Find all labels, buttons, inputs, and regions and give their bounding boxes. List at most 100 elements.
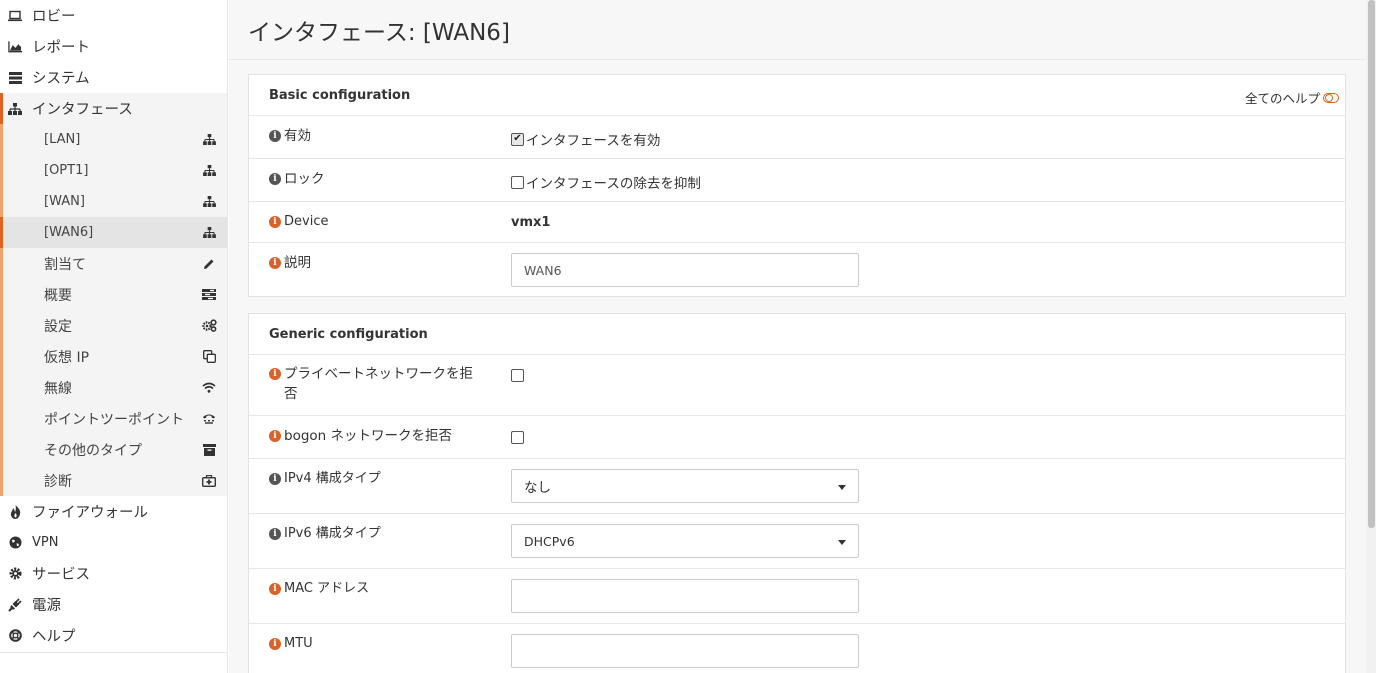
sidebar-item-diagnostics[interactable]: 診断 — [0, 465, 227, 496]
description-row: i 説明 WAN6 — [249, 243, 1345, 297]
mac-address-input[interactable] — [511, 579, 859, 613]
sidebar-item-overview[interactable]: 概要 — [0, 279, 227, 310]
cogs-icon — [201, 319, 217, 333]
sidebar-item-reports[interactable]: レポート — [0, 31, 227, 62]
sidebar-item-lobby[interactable]: ロビー — [0, 0, 227, 31]
sidebar-item-label: インタフェース — [32, 102, 133, 118]
lock-checkbox[interactable] — [511, 175, 524, 189]
sitemap-icon — [201, 195, 217, 209]
sidebar-item-firewall[interactable]: ファイアウォール — [0, 496, 227, 527]
mac-address-field — [511, 579, 859, 613]
block-private-label: プライベートネットワークを拒否 — [284, 366, 473, 402]
sidebar-subitem-label: ポイントツーポイント — [44, 411, 184, 428]
info-icon[interactable]: i — [269, 583, 281, 595]
description-field: WAN6 — [511, 253, 859, 287]
block-private-checkbox[interactable] — [511, 369, 524, 382]
sidebar-item-wan[interactable]: [WAN] — [0, 186, 227, 217]
mac-address-label-wrap: i MAC アドレス — [269, 579, 489, 599]
mtu-input[interactable] — [511, 634, 859, 668]
tasks-icon — [201, 288, 217, 302]
ipv6-type-label: IPv6 構成タイプ — [284, 526, 381, 541]
scrollbar-thumb[interactable] — [1368, 0, 1375, 528]
toggle-off-icon — [1323, 92, 1339, 103]
sidebar-item-help[interactable]: ヘルプ — [0, 620, 227, 651]
sidebar-subitem-label: 仮想 IP — [44, 349, 90, 366]
mtu-row: i MTU — [249, 624, 1345, 673]
sidebar-item-virtual-ip[interactable]: 仮想 IP — [0, 341, 227, 372]
description-input[interactable]: WAN6 — [511, 253, 859, 287]
globe-icon — [8, 536, 22, 550]
ipv6-type-select[interactable]: DHCPv6 — [511, 524, 859, 558]
info-icon[interactable]: i — [269, 473, 281, 485]
ipv4-type-select[interactable]: なし — [511, 469, 859, 503]
enable-checkbox-label[interactable]: ✔ インタフェースを有効 — [511, 129, 660, 149]
sidebar-item-wan6[interactable]: [WAN6] — [0, 217, 227, 248]
sidebar: ロビー レポート システム インタフェース [LAN] [OPT1] [WAN]… — [0, 0, 228, 673]
archive-icon — [201, 443, 217, 457]
clone-icon — [201, 350, 217, 364]
ipv6-type-field: DHCPv6 — [511, 524, 859, 558]
sidebar-item-lan[interactable]: [LAN] — [0, 124, 227, 155]
pencil-icon — [201, 257, 217, 271]
sidebar-item-system[interactable]: システム — [0, 62, 227, 93]
info-icon[interactable]: i — [269, 216, 281, 228]
sidebar-item-wireless[interactable]: 無線 — [0, 372, 227, 403]
sidebar-item-vpn[interactable]: VPN — [0, 527, 227, 558]
sidebar-subitem-label: [LAN] — [44, 132, 81, 147]
sitemap-icon — [8, 102, 22, 116]
block-private-row: i プライベートネットワークを拒否 — [249, 355, 1345, 416]
sidebar-item-opt1[interactable]: [OPT1] — [0, 155, 227, 186]
sidebar-item-settings[interactable]: 設定 — [0, 310, 227, 341]
sidebar-item-services[interactable]: サービス — [0, 558, 227, 589]
cog-icon — [8, 567, 22, 581]
enable-label-wrap: i 有効 — [269, 126, 489, 146]
sidebar-subitem-label: その他のタイプ — [44, 442, 142, 459]
tty-icon — [201, 412, 217, 426]
sidebar-subitem-label: [OPT1] — [44, 163, 89, 178]
mtu-field — [511, 634, 859, 668]
ipv6-type-selected: DHCPv6 — [524, 533, 575, 549]
sidebar-subitem-label: 診断 — [44, 473, 72, 490]
lock-checkbox-label[interactable]: インタフェースの除去を抑制 — [511, 172, 701, 192]
info-icon[interactable]: i — [269, 430, 281, 442]
block-private-label-wrap: i プライベートネットワークを拒否 — [269, 364, 484, 404]
caret-down-icon — [838, 540, 846, 545]
page-header: インタフェース: [WAN6] — [229, 0, 1366, 60]
full-help-toggle[interactable]: 全てのヘルプ — [1245, 88, 1339, 107]
panel-heading: Generic configuration — [269, 326, 428, 342]
sidebar-item-ppp[interactable]: ポイントツーポイント — [0, 403, 227, 434]
block-bogon-checkbox[interactable] — [511, 431, 524, 444]
device-value: vmx1 — [511, 215, 551, 230]
info-icon[interactable]: i — [269, 130, 281, 142]
sidebar-item-label: VPN — [32, 535, 59, 550]
mtu-label-wrap: i MTU — [269, 634, 489, 654]
fire-icon — [8, 504, 22, 519]
info-icon[interactable]: i — [269, 257, 281, 269]
sidebar-divider — [0, 652, 228, 653]
enable-row: i 有効 ✔ インタフェースを有効 — [249, 116, 1345, 159]
enable-checkbox[interactable]: ✔ — [511, 132, 524, 146]
sidebar-item-power[interactable]: 電源 — [0, 589, 227, 620]
sidebar-item-assignments[interactable]: 割当て — [0, 248, 227, 279]
info-icon[interactable]: i — [269, 173, 281, 185]
info-icon[interactable]: i — [269, 368, 281, 380]
lock-checkbox-text: インタフェースの除去を抑制 — [526, 176, 701, 192]
basic-configuration-panel: Basic configuration 全てのヘルプ i 有効 ✔ インタフェー… — [248, 74, 1346, 297]
ipv6-type-label-wrap: i IPv6 構成タイプ — [269, 524, 489, 544]
sidebar-subitem-label: 概要 — [44, 287, 72, 304]
sidebar-subitem-label: [WAN6] — [44, 225, 94, 240]
info-icon[interactable]: i — [269, 528, 281, 540]
info-icon[interactable]: i — [269, 638, 281, 650]
sidebar-item-label: ヘルプ — [32, 629, 76, 645]
sidebar-item-other-types[interactable]: その他のタイプ — [0, 434, 227, 465]
mtu-label: MTU — [284, 636, 313, 651]
block-bogon-row: i bogon ネットワークを拒否 — [249, 416, 1345, 459]
block-bogon-label-wrap: i bogon ネットワークを拒否 — [269, 426, 489, 446]
ipv4-type-selected: なし — [524, 480, 551, 496]
basic-configuration-header: Basic configuration 全てのヘルプ — [249, 75, 1345, 116]
block-bogon-field — [511, 431, 526, 448]
sidebar-item-interfaces[interactable]: インタフェース — [0, 93, 227, 124]
laptop-icon — [8, 9, 22, 23]
device-row: i Device vmx1 — [249, 202, 1345, 243]
ipv4-type-label-wrap: i IPv4 構成タイプ — [269, 469, 489, 489]
